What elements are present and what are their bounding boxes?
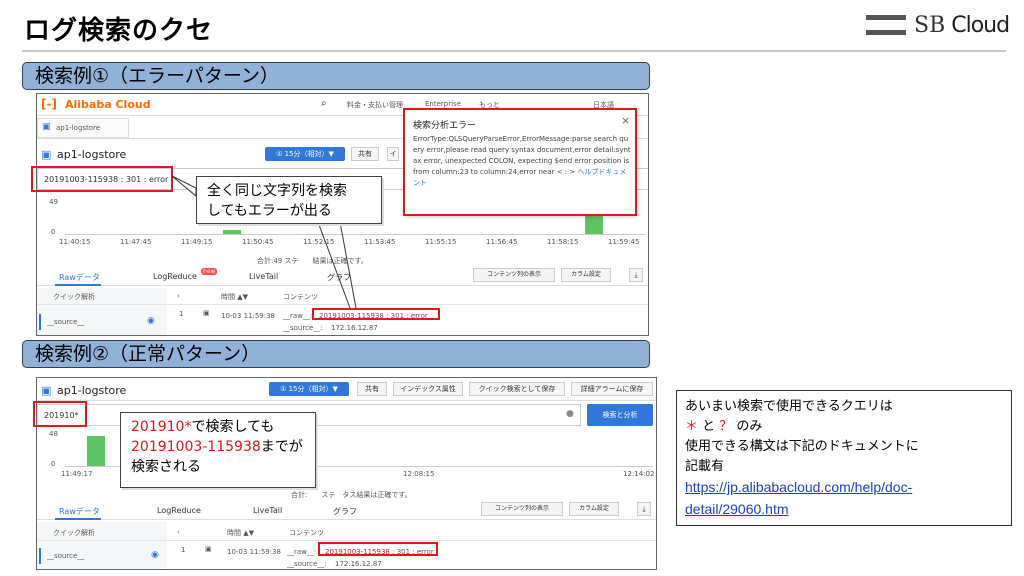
fuzzy-search-note: あいまい検索で使用できるクエリは ＊ と ？ のみ 使用できる構文は下記のドキュ… xyxy=(676,390,1012,526)
callout-normal-explanation: 201910*で検索しても 20191003-115938までが 検索される xyxy=(120,412,316,488)
histogram-bar[interactable] xyxy=(87,436,105,466)
share-button[interactable]: 共有 xyxy=(357,382,387,396)
quick-analysis-header: クイック解析 xyxy=(53,529,95,537)
note-and: と xyxy=(698,419,720,434)
tab-logreduce[interactable]: LogReduce xyxy=(157,506,201,515)
callout1-line1: 全く同じ文字列を検索 xyxy=(207,183,347,199)
source-key: __source__: xyxy=(287,560,327,568)
row-time: 10-03 11:59:38 xyxy=(227,548,282,556)
callout2-line2-rest: までが xyxy=(260,439,303,455)
logstore-title: ap1-logstore xyxy=(57,384,127,397)
time-range-button[interactable]: ① 15分（相対）▼ xyxy=(269,382,349,396)
section2-header: 検索例②（正常パターン） xyxy=(22,340,650,368)
y-label-bottom: 0 xyxy=(51,460,56,468)
query-highlight-box xyxy=(33,401,87,427)
divider xyxy=(37,540,656,541)
note-line2: ＊ と ？ のみ xyxy=(685,417,1003,437)
callout1-tail xyxy=(171,175,197,198)
raw-key: __raw__: xyxy=(287,548,317,556)
eye-icon[interactable]: ◉ xyxy=(151,550,159,560)
note-only: のみ xyxy=(732,419,763,434)
tab-livetail[interactable]: LiveTail xyxy=(253,506,282,515)
row-number: 1 xyxy=(181,546,186,554)
callout2-line2: 20191003-115938までが xyxy=(131,437,305,457)
callout2-query: 201910* xyxy=(131,419,192,435)
callout-error-explanation: 全く同じ文字列を検索 してもエラーが出る xyxy=(196,176,382,224)
save-alert-button[interactable]: 詳細アラームに保存 xyxy=(571,382,653,396)
note-asterisk: ＊ xyxy=(685,419,699,434)
tab-raw-data[interactable]: Rawデータ xyxy=(59,506,100,517)
time-column-header[interactable]: 時間 ▲▼ xyxy=(227,528,254,538)
doc-link[interactable]: https://jp.alibabacloud.com/help/doc-det… xyxy=(685,479,912,517)
field-source[interactable]: __source__ xyxy=(47,552,84,560)
callout2-id: 20191003-115938 xyxy=(131,439,261,455)
callout1-line-b xyxy=(339,221,357,309)
divider xyxy=(37,400,656,401)
tab-graph[interactable]: グラフ xyxy=(333,506,357,517)
callout2-line1-rest: で検索しても xyxy=(191,419,275,435)
x-label: 12:08:15 xyxy=(403,470,435,478)
source-value: 172.16.12.87 xyxy=(335,560,382,568)
hits-status: 合計: ステ タス結果は正確です。 xyxy=(291,491,412,499)
index-attributes-button[interactable]: インデックス属性 xyxy=(393,382,463,396)
result-tabs: Rawデータ LogReduce LiveTail グラフ コンテンツ列の表示 … xyxy=(37,500,656,520)
callout1-line2: してもエラーが出る xyxy=(207,203,332,219)
x-label: 12:14:02 xyxy=(623,470,655,478)
callout2-line3: 検索される xyxy=(131,459,201,475)
x-label: 11:49:17 xyxy=(61,470,93,478)
callout2-line1: 201910*で検索しても xyxy=(131,417,305,437)
logstore-icon: ▣ xyxy=(41,384,52,397)
help-icon[interactable]: ● xyxy=(566,409,574,419)
active-tab-indicator xyxy=(55,518,101,520)
note-line1: あいまい検索で使用できるクエリは xyxy=(685,399,893,414)
content-column-header: コンテンツ xyxy=(289,529,324,537)
collapse-icon[interactable]: ‹ xyxy=(177,528,180,536)
field-marker xyxy=(39,548,41,564)
note-question: ？ xyxy=(719,419,733,434)
column-settings-button[interactable]: カラム設定 xyxy=(569,502,619,516)
download-icon[interactable]: ⤓ xyxy=(637,502,651,516)
row-expand-icon[interactable]: ▣ xyxy=(205,545,212,553)
y-label-top: 48 xyxy=(49,430,58,438)
callout1-line-a xyxy=(317,221,351,309)
save-quick-search-button[interactable]: クイック検索として保存 xyxy=(469,382,565,396)
raw-highlight-box xyxy=(318,542,438,556)
note-line3: 使用できる構文は下記のドキュメントに xyxy=(685,439,919,454)
show-content-columns-button[interactable]: コンテンツ列の表示 xyxy=(481,502,563,516)
note-line4: 記載有 xyxy=(685,459,725,474)
search-analyze-button[interactable]: 検索と分析 xyxy=(587,404,653,426)
